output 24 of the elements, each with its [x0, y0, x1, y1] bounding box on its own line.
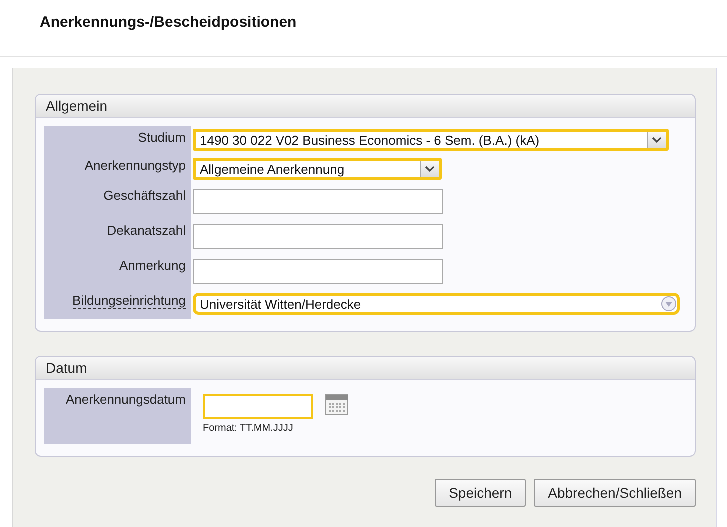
field-label: Bildungseinrichtung: [72, 293, 186, 309]
text-field[interactable]: [193, 224, 443, 249]
text-field[interactable]: [193, 259, 443, 284]
action-button[interactable]: Abbrechen/Schließen: [534, 479, 696, 507]
field-label: Studium: [138, 130, 186, 145]
select-field[interactable]: Allgemeine Anerkennung: [193, 158, 442, 180]
date-field[interactable]: [203, 394, 313, 419]
field-label: Dekanatszahl: [107, 223, 186, 238]
section-header: Datum: [36, 357, 695, 380]
dropdown-circle-icon[interactable]: [661, 296, 677, 312]
select-field[interactable]: 1490 30 022 V02 Business Economics - 6 Sem. (B.A.) (kA): [193, 129, 669, 151]
action-button[interactable]: Speichern: [435, 479, 526, 507]
format-hint: Format: TT.MM.JJJJ: [203, 423, 294, 434]
combo-field[interactable]: Universität Witten/Herdecke: [193, 293, 680, 315]
text-field[interactable]: [193, 189, 443, 214]
field-label: Anmerkung: [120, 258, 186, 273]
field-label: Anerkennungstyp: [84, 158, 186, 173]
section-header: Allgemein: [36, 95, 695, 118]
calendar-icon[interactable]: [325, 394, 349, 416]
page-title: Anerkennungs-/Bescheidpositionen: [40, 14, 298, 31]
chevron-down-icon: [652, 136, 662, 144]
chevron-down-icon: [425, 166, 435, 172]
field-label: Anerkennungsdatum: [66, 392, 186, 407]
field-label: Geschäftszahl: [104, 188, 186, 203]
